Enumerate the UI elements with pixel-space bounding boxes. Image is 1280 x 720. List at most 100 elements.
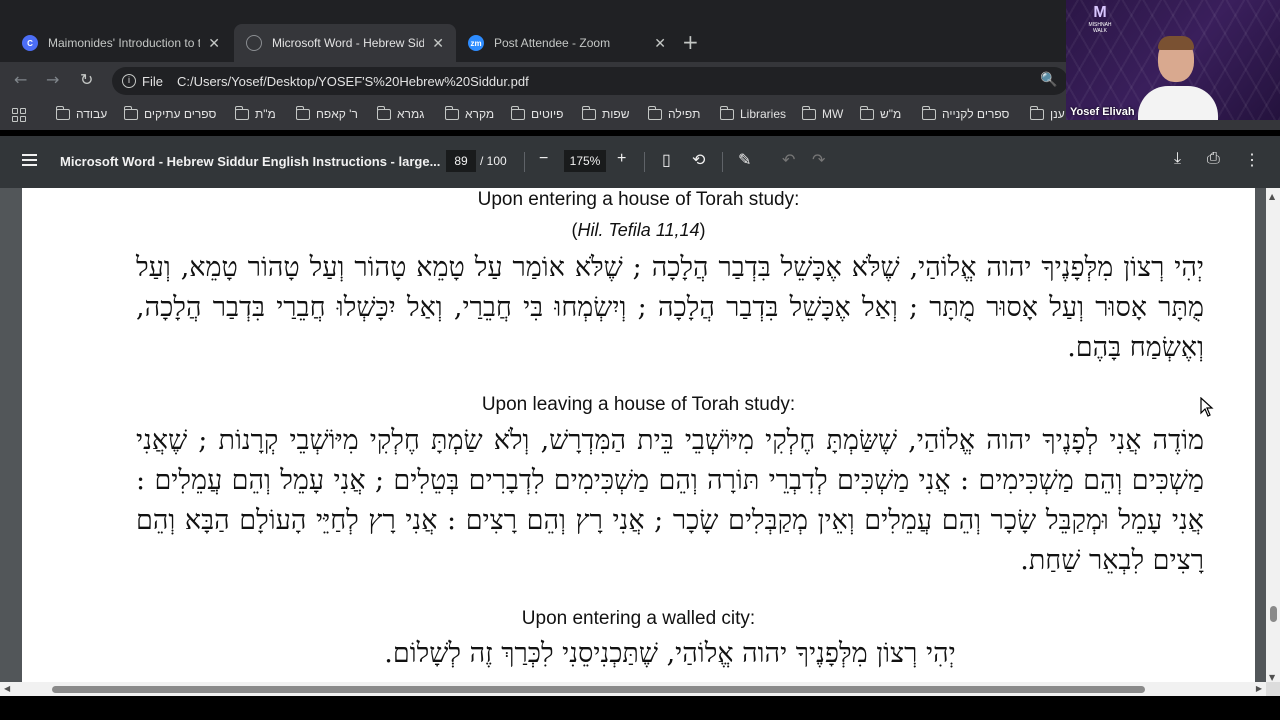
bookmark-label: Libraries [740,107,787,121]
screen-bottom-bar [0,696,1280,720]
tab-title: Post Attendee - Zoom [494,36,611,50]
bookmark-label: עבודה [76,107,108,121]
forward-icon[interactable]: → [46,70,59,89]
bookmark-folder[interactable]: עבודה [56,105,108,121]
url-text[interactable]: C:/Users/Yosef/Desktop/YOSEF'S%20Hebrew%… [177,74,529,89]
bookmark-folder[interactable]: מ"ת [235,105,276,121]
apps-grid-icon[interactable] [12,108,26,122]
folder-icon [720,105,734,120]
bookmark-folder[interactable]: גמרא [377,105,424,121]
bookmark-label: שפות [602,107,630,121]
folder-icon [124,105,138,120]
hebrew-prayer-text: יְהִי רְצוֹן מִלְּפָנֶיךָ יהוה אֱלוֹהַי,… [384,638,956,669]
scroll-down-arrow-icon[interactable]: ▼ [1269,673,1275,682]
redo-icon[interactable]: ↷ [812,150,825,170]
zoom-favicon: zm [468,35,484,51]
bookmark-folder[interactable]: שפות [582,105,630,121]
zoom-video-tile: M MISHNAH WALK Yosef Elivah [1066,0,1280,120]
scroll-left-arrow-icon[interactable]: ◀ [4,684,10,693]
participant-video [1138,30,1218,120]
tab-maimonides[interactable]: C Maimonides' Introduction to the ✕ [10,24,232,62]
fit-page-icon[interactable]: ▯ [662,150,671,170]
bookmark-folder[interactable]: MW [802,105,844,121]
vertical-scrollbar[interactable]: ▲ ▼ [1266,188,1280,686]
bookmark-folder[interactable]: מקרא [445,105,495,121]
more-options-icon[interactable]: ⋮ [1244,150,1260,170]
folder-icon [377,105,391,120]
section-heading: Upon entering a walled city: [521,608,756,629]
annotate-pen-icon[interactable]: ✎ [738,150,751,170]
zoom-in-icon[interactable]: + [617,150,626,168]
bookmark-label: ספרים לקנייה [942,107,1010,121]
close-tab-icon[interactable]: ✕ [208,35,220,52]
address-bar[interactable]: i File C:/Users/Yosef/Desktop/YOSEF'S%20… [112,67,1068,95]
vertical-scroll-thumb[interactable] [1270,606,1277,623]
scrollbar-corner [1266,682,1280,696]
scroll-up-arrow-icon[interactable]: ▲ [1269,192,1275,201]
rotate-icon[interactable]: ⟲ [692,150,705,170]
section-heading: Upon leaving a house of Torah study: [481,394,796,415]
logo-wordmark: MISHNAH WALK [1088,22,1112,34]
citation-text: Hil. Tefila 11,14 [577,220,700,240]
source-citation: (Hil. Tefila 11,14) [22,220,1255,241]
tab-title: Maimonides' Introduction to the [48,36,201,50]
url-scheme: File [142,73,163,89]
bookmark-label: ענן [1050,107,1065,121]
back-icon[interactable]: ← [14,70,27,89]
bookmark-folder[interactable]: Libraries [720,105,787,121]
info-icon[interactable]: i [122,74,136,88]
folder-icon [860,105,874,120]
bookmark-label: מ"ש [880,107,902,121]
pdf-page: Upon entering a house of Torah study: (H… [22,188,1255,698]
pdf-toolbar: Microsoft Word - Hebrew Siddur English I… [0,136,1280,188]
toolbar-divider [722,152,723,172]
pdf-viewer[interactable]: Upon entering a house of Torah study: (H… [0,188,1280,698]
pdf-title: Microsoft Word - Hebrew Siddur English I… [60,154,441,169]
undo-icon[interactable]: ↶ [782,150,795,170]
print-icon[interactable]: ⎙ [1207,150,1220,168]
folder-icon [511,105,525,120]
bookmark-folder[interactable]: ענן [1030,105,1065,121]
mouse-cursor-icon [1200,397,1214,417]
bookmark-label: מקרא [465,107,495,121]
page-total: / 100 [480,154,507,168]
bookmark-folder[interactable]: מ"ש [860,105,902,121]
close-tab-icon[interactable]: ✕ [432,35,444,52]
tab-microsoft-word-pdf[interactable]: Microsoft Word - Hebrew Siddu ✕ [234,24,456,62]
download-icon[interactable]: ⤓ [1174,150,1181,168]
zoom-out-icon[interactable]: − [539,150,548,168]
tab-favicon-c: C [22,35,38,51]
logo-mark: M [1093,4,1107,21]
folder-icon [296,105,310,120]
folder-icon [802,105,816,120]
zoom-level-input[interactable]: 175% [564,150,606,172]
close-tab-icon[interactable]: ✕ [654,35,666,52]
hebrew-prayer-text: מוֹדֶה אֲנִי לְפָנֶיךָ יהוה אֱלוֹהַי, שֶ… [136,425,1204,576]
toolbar-divider [524,152,525,172]
section-heading: Upon entering a house of Torah study: [477,189,800,210]
bookmark-folder[interactable]: ספרים עתיקים [124,105,217,121]
reload-icon[interactable]: ↻ [80,70,93,89]
bookmark-label: ספרים עתיקים [144,107,217,121]
bookmark-label: מ"ת [255,107,276,121]
page-number-input[interactable]: 89 [446,150,476,172]
bookmark-folder[interactable]: פיוטים [511,105,564,121]
scroll-right-arrow-icon[interactable]: ▶ [1256,684,1262,693]
bookmark-folder[interactable]: ר' קאפח [296,105,358,121]
horizontal-scroll-thumb[interactable] [52,686,1145,693]
zoom-magnifier-icon[interactable]: 🔍 [1040,72,1057,88]
menu-icon[interactable] [22,154,37,166]
mishnah-walk-logo: M MISHNAH WALK [1086,4,1114,34]
bookmark-folder[interactable]: ספרים לקנייה [922,105,1010,121]
folder-icon [235,105,249,120]
tab-post-attendee-zoom[interactable]: zm Post Attendee - Zoom ✕ [456,24,678,62]
hebrew-prayer-text: יְהִי רְצוֹן מִלְּפָנֶיךָ יהוה אֱלוֹהַי,… [136,252,1204,363]
bookmark-label: תפילה [668,107,701,121]
bookmark-label: פיוטים [531,107,564,121]
bookmark-folder[interactable]: תפילה [648,105,701,121]
bookmark-label: MW [822,107,844,121]
folder-icon [582,105,596,120]
horizontal-scrollbar[interactable]: ◀ ▶ [0,682,1266,696]
new-tab-icon[interactable]: + [682,30,699,54]
bookmark-label: ר' קאפח [316,107,358,121]
